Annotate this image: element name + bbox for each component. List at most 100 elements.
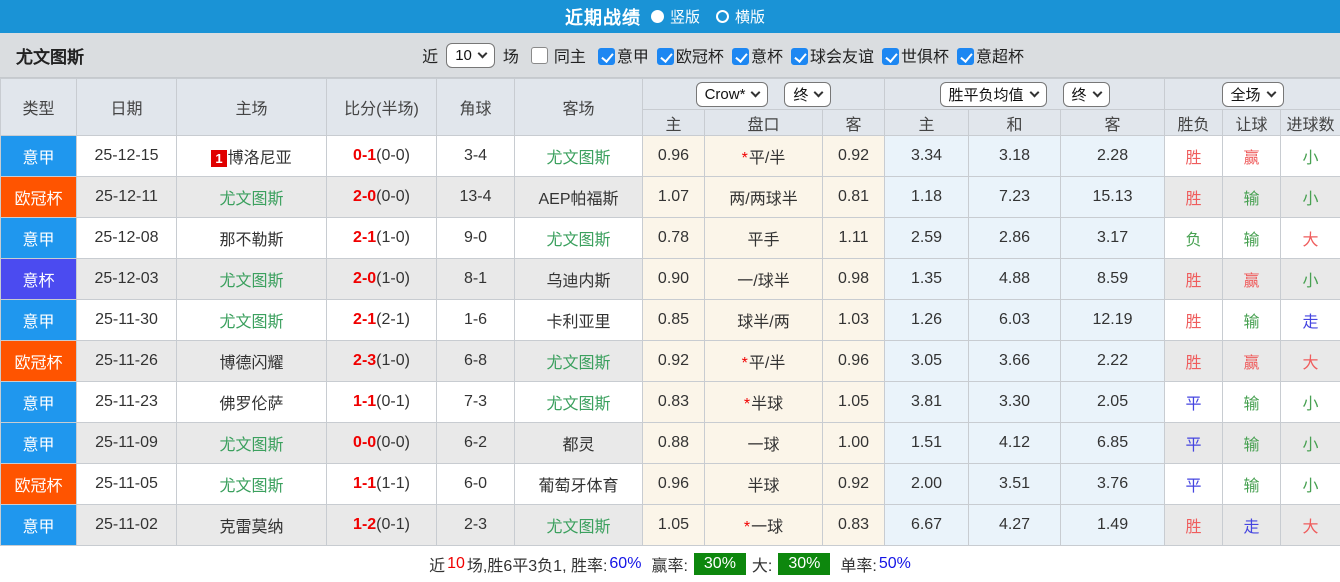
filter-controls: 近 10 场 同主 意甲欧冠杯意杯球会友谊世俱杯意超杯 xyxy=(422,43,1024,68)
avg-away-cell: 15.13 xyxy=(1061,177,1165,218)
league-filter-checkbox[interactable] xyxy=(657,48,674,65)
halftime-score: (0-0) xyxy=(376,434,410,451)
avg-draw-cell: 3.51 xyxy=(969,464,1061,505)
games-count-select[interactable]: 10 xyxy=(446,43,495,68)
corner-cell: 3-4 xyxy=(437,136,515,177)
league-filter-label[interactable]: 意超杯 xyxy=(976,49,1024,66)
avg-away-cell: 2.28 xyxy=(1061,136,1165,177)
corner-cell: 6-2 xyxy=(437,423,515,464)
handicap-result-cell: 走 xyxy=(1223,505,1281,546)
league-badge: 意甲 xyxy=(1,505,77,546)
halftime-score: (0-1) xyxy=(376,516,410,533)
home-team-name: 尤文图斯 xyxy=(219,191,283,208)
avg-draw-cell: 4.88 xyxy=(969,259,1061,300)
league-filter-label[interactable]: 欧冠杯 xyxy=(676,49,724,66)
odds-header-group: Crow* 终 xyxy=(643,79,885,110)
wdl-result-cell: 胜 xyxy=(1165,136,1223,177)
table-row: 欧冠杯25-11-26博德闪耀2-3(1-0)6-8尤文图斯0.92*平/半0.… xyxy=(1,341,1340,382)
away-team-name: AEP帕福斯 xyxy=(538,191,618,208)
chevron-down-icon xyxy=(751,87,761,97)
goals-result-cell: 大 xyxy=(1281,341,1340,382)
handicap-result-cell: 赢 xyxy=(1223,259,1281,300)
away-team-cell: 尤文图斯 xyxy=(515,505,643,546)
league-filter-label[interactable]: 意甲 xyxy=(617,49,649,66)
table-row: 欧冠杯25-12-11尤文图斯2-0(0-0)13-4AEP帕福斯1.07两/两… xyxy=(1,177,1340,218)
odds-company-select[interactable]: Crow* xyxy=(696,82,769,107)
avg-type-select[interactable]: 胜平负均值 xyxy=(940,82,1047,107)
avg-home-cell: 2.00 xyxy=(885,464,969,505)
summary-prefix: 近 xyxy=(429,552,445,576)
score-cell: 2-3(1-0) xyxy=(327,341,437,382)
league-filter-label[interactable]: 球会友谊 xyxy=(810,49,874,66)
handicap-rate-badge: 30% xyxy=(694,553,746,575)
handicap-text: 平手 xyxy=(747,232,779,249)
score-cell: 0-0(0-0) xyxy=(327,423,437,464)
score-cell: 1-1(0-1) xyxy=(327,382,437,423)
score-cell: 2-0(0-0) xyxy=(327,177,437,218)
vertical-radio-label[interactable]: 竖版 xyxy=(670,6,700,27)
horizontal-radio-label[interactable]: 横版 xyxy=(735,6,765,27)
date-cell: 25-12-08 xyxy=(77,218,177,259)
filter-bar: 尤文图斯 近 10 场 同主 意甲欧冠杯意杯球会友谊世俱杯意超杯 xyxy=(0,33,1340,78)
horizontal-radio[interactable] xyxy=(716,10,729,23)
league-filter-checkbox[interactable] xyxy=(882,48,899,65)
league-filter-checkbox[interactable] xyxy=(732,48,749,65)
halftime-score: (1-0) xyxy=(376,270,410,287)
same-home-label[interactable]: 同主 xyxy=(554,43,586,67)
avg-away-cell: 2.22 xyxy=(1061,341,1165,382)
corner-cell: 2-3 xyxy=(437,505,515,546)
date-cell: 25-11-09 xyxy=(77,423,177,464)
handicap-text: 半球 xyxy=(747,478,779,495)
home-odds-cell: 0.83 xyxy=(643,382,705,423)
home-team-cell: 博德闪耀 xyxy=(177,341,327,382)
games-count-value: 10 xyxy=(455,47,472,64)
star-icon: * xyxy=(744,396,750,413)
avg-state-select[interactable]: 终 xyxy=(1063,82,1110,107)
score-cell: 1-2(0-1) xyxy=(327,505,437,546)
corner-cell: 1-6 xyxy=(437,300,515,341)
avg-draw-cell: 2.86 xyxy=(969,218,1061,259)
title-bar: 近期战绩 竖版 横版 xyxy=(0,0,1340,33)
handicap-result-cell: 输 xyxy=(1223,464,1281,505)
league-filter-checkbox[interactable] xyxy=(957,48,974,65)
away-team-name: 葡萄牙体育 xyxy=(538,478,618,495)
league-filter-checkbox[interactable] xyxy=(598,48,615,65)
league-badge: 意甲 xyxy=(1,300,77,341)
handicap-cell: *平/半 xyxy=(705,341,823,382)
avg-away-cell: 1.49 xyxy=(1061,505,1165,546)
fulltime-score: 2-3 xyxy=(353,352,376,369)
away-team-cell: 都灵 xyxy=(515,423,643,464)
goals-result-cell: 大 xyxy=(1281,505,1340,546)
corner-cell: 8-1 xyxy=(437,259,515,300)
score-cell: 2-1(1-0) xyxy=(327,218,437,259)
same-home-checkbox[interactable] xyxy=(531,47,548,64)
home-team-cell: 尤文图斯 xyxy=(177,259,327,300)
sub-col-header: 主 xyxy=(643,110,705,136)
home-odds-cell: 0.78 xyxy=(643,218,705,259)
avg-state-value: 终 xyxy=(1072,84,1087,105)
away-odds-cell: 0.98 xyxy=(823,259,885,300)
league-filter-label[interactable]: 世俱杯 xyxy=(901,49,949,66)
vertical-radio[interactable] xyxy=(651,10,664,23)
avg-draw-cell: 7.23 xyxy=(969,177,1061,218)
odds-state-value: 终 xyxy=(793,84,808,105)
league-filter-label[interactable]: 意杯 xyxy=(751,49,783,66)
away-team-cell: 葡萄牙体育 xyxy=(515,464,643,505)
sub-col-header: 和 xyxy=(969,110,1061,136)
away-team-name: 乌迪内斯 xyxy=(546,273,610,290)
summary-text2: 赢率: xyxy=(651,552,687,576)
handicap-result-cell: 输 xyxy=(1223,382,1281,423)
away-odds-cell: 0.81 xyxy=(823,177,885,218)
league-badge: 欧冠杯 xyxy=(1,341,77,382)
odds-state-select[interactable]: 终 xyxy=(784,82,831,107)
home-team-cell: 佛罗伦萨 xyxy=(177,382,327,423)
fulltime-score: 0-1 xyxy=(353,147,376,164)
score-cell: 0-1(0-0) xyxy=(327,136,437,177)
corner-cell: 6-0 xyxy=(437,464,515,505)
handicap-cell: 平手 xyxy=(705,218,823,259)
date-cell: 25-12-15 xyxy=(77,136,177,177)
league-filter-checkbox[interactable] xyxy=(791,48,808,65)
scope-select[interactable]: 全场 xyxy=(1222,82,1284,107)
handicap-cell: *平/半 xyxy=(705,136,823,177)
summary-text4: 单率: xyxy=(840,552,876,576)
